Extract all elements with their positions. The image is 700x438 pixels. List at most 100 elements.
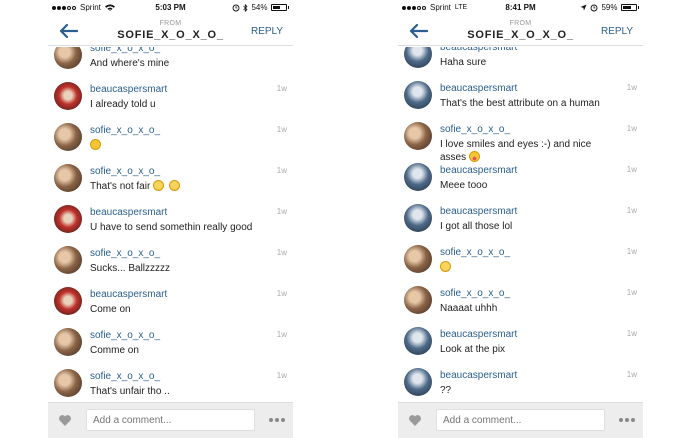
status-bar: Sprint 5:03 PM 54%: [48, 0, 293, 16]
message-timestamp: 1w: [276, 166, 287, 175]
message-item[interactable]: sofie_x_o_x_o_ That's not fair 1w: [48, 162, 293, 203]
message-list[interactable]: sofie_x_o_x_o_ And where's mine beaucasper…: [48, 47, 293, 402]
message-username[interactable]: sofie_x_o_x_o_: [90, 47, 160, 54]
message-item[interactable]: sofie_x_o_x_o_ That's unfair tho .. 1w: [48, 367, 293, 402]
message-item[interactable]: sofie_x_o_x_o_ I love smiles and eyes :-)…: [398, 120, 643, 163]
message-item[interactable]: sofie_x_o_x_o_ 1w: [48, 121, 293, 162]
message-username[interactable]: sofie_x_o_x_o_: [90, 248, 160, 259]
message-timestamp: 1w: [276, 330, 287, 339]
message-username[interactable]: beaucaspersmart: [90, 207, 167, 218]
message-username[interactable]: beaucaspersmart: [440, 370, 517, 381]
avatar[interactable]: [404, 163, 432, 191]
message-username[interactable]: sofie_x_o_x_o_: [440, 124, 510, 135]
message-username[interactable]: sofie_x_o_x_o_: [440, 288, 510, 299]
message-text: Haha sure: [440, 56, 619, 69]
message-timestamp: 1w: [276, 207, 287, 216]
message-username[interactable]: beaucaspersmart: [440, 329, 517, 340]
more-options-icon[interactable]: [619, 418, 635, 422]
message-item[interactable]: beaucaspersmart Look at the pix 1w: [398, 325, 643, 366]
location-arrow-icon: [580, 4, 587, 11]
message-item[interactable]: beaucaspersmart That's the best attribute…: [398, 79, 643, 120]
avatar[interactable]: [404, 122, 432, 150]
message-username[interactable]: sofie_x_o_x_o_: [90, 125, 160, 136]
grin-emoji: [169, 180, 181, 191]
message-username[interactable]: beaucaspersmart: [90, 289, 167, 300]
avatar[interactable]: [54, 47, 82, 69]
avatar[interactable]: [404, 47, 432, 68]
reply-button[interactable]: REPLY: [251, 26, 283, 37]
message-text-content: That's the best attribute on a human: [440, 98, 600, 109]
message-username[interactable]: sofie_x_o_x_o_: [90, 330, 160, 341]
message-username[interactable]: beaucaspersmart: [90, 84, 167, 95]
message-timestamp: 1w: [626, 329, 637, 338]
avatar[interactable]: [54, 164, 82, 192]
message-item[interactable]: sofie_x_o_x_o_ Sucks... Ballzzzzz 1w: [48, 244, 293, 285]
heart-icon[interactable]: [58, 414, 72, 427]
message-timestamp: 1w: [626, 83, 637, 92]
message-username[interactable]: sofie_x_o_x_o_: [90, 371, 160, 382]
message-item[interactable]: sofie_x_o_x_o_ 1w: [398, 243, 643, 284]
avatar[interactable]: [404, 81, 432, 109]
message-text-content: ??: [440, 385, 452, 396]
message-item[interactable]: sofie_x_o_x_o_ Naaaat uhhh 1w: [398, 284, 643, 325]
avatar[interactable]: [54, 205, 82, 233]
message-item[interactable]: beaucaspersmart U have to send somethin r…: [48, 203, 293, 244]
avatar[interactable]: [54, 369, 82, 397]
message-list-inner: sofie_x_o_x_o_ And where's mine beaucasper…: [48, 47, 293, 402]
message-text: That's the best attribute on a human: [440, 97, 619, 110]
message-username[interactable]: beaucaspersmart: [440, 47, 517, 53]
avatar[interactable]: [54, 287, 82, 315]
sad-face-emoji: [90, 139, 101, 150]
message-text: [90, 139, 269, 152]
message-text-content: Naaaat uhhh: [440, 303, 498, 314]
avatar[interactable]: [404, 368, 432, 396]
message-item[interactable]: beaucaspersmart Haha sure: [398, 47, 643, 79]
message-text: Come on: [90, 303, 269, 316]
avatar[interactable]: [54, 246, 82, 274]
message-timestamp: 1w: [626, 288, 637, 297]
message-text-content: Sucks... Ballzzzzz: [90, 263, 171, 274]
battery-icon: [270, 4, 287, 11]
message-list[interactable]: beaucaspersmart Haha sure beaucaspersmart T…: [398, 47, 643, 402]
phone-screen-left: Sprint 5:03 PM 54% FROM SOFIE_X_O_X_O_ R…: [48, 0, 293, 438]
message-timestamp: 1w: [276, 371, 287, 380]
avatar[interactable]: [404, 204, 432, 232]
comment-input[interactable]: [86, 409, 255, 431]
message-item[interactable]: sofie_x_o_x_o_ Comme on 1w: [48, 326, 293, 367]
message-timestamp: 1w: [276, 84, 287, 93]
message-text: That's unfair tho ..: [90, 385, 269, 398]
message-text-content: Look at the pix: [440, 344, 506, 355]
message-item[interactable]: beaucaspersmart?? 1w: [398, 366, 643, 402]
avatar[interactable]: [54, 82, 82, 110]
avatar[interactable]: [404, 245, 432, 273]
grin-emoji: [153, 180, 165, 191]
message-username[interactable]: sofie_x_o_x_o_: [440, 247, 510, 258]
message-text: Sucks... Ballzzzzz: [90, 262, 269, 275]
message-text: Naaaat uhhh: [440, 302, 619, 315]
comment-input[interactable]: [436, 409, 605, 431]
message-text: That's not fair: [90, 180, 269, 193]
avatar[interactable]: [404, 286, 432, 314]
message-username[interactable]: beaucaspersmart: [440, 206, 517, 217]
message-item[interactable]: sofie_x_o_x_o_ And where's mine: [48, 47, 293, 80]
message-item[interactable]: beaucaspersmart Meee tooo 1w: [398, 161, 643, 202]
message-username[interactable]: beaucaspersmart: [440, 83, 517, 94]
message-text-content: Haha sure: [440, 57, 487, 68]
message-item[interactable]: beaucaspersmart Come on 1w: [48, 285, 293, 326]
conversation-header: FROM SOFIE_X_O_X_O_ REPLY: [48, 16, 293, 46]
message-timestamp: 1w: [626, 206, 637, 215]
alarm-icon: [233, 4, 240, 11]
avatar[interactable]: [54, 123, 82, 151]
message-text-content: That's unfair tho ..: [90, 386, 170, 397]
message-username[interactable]: beaucaspersmart: [440, 165, 517, 176]
message-text-content: I love smiles and eyes :-) and nice asse…: [440, 139, 592, 163]
message-text: Meee tooo: [440, 179, 619, 192]
avatar[interactable]: [54, 328, 82, 356]
reply-button[interactable]: REPLY: [601, 26, 633, 37]
more-options-icon[interactable]: [269, 418, 285, 422]
heart-icon[interactable]: [408, 414, 422, 427]
message-item[interactable]: beaucaspersmart I already told u 1w: [48, 80, 293, 121]
avatar[interactable]: [404, 327, 432, 355]
message-username[interactable]: sofie_x_o_x_o_: [90, 166, 160, 177]
message-item[interactable]: beaucaspersmart I got all those lol 1w: [398, 202, 643, 243]
